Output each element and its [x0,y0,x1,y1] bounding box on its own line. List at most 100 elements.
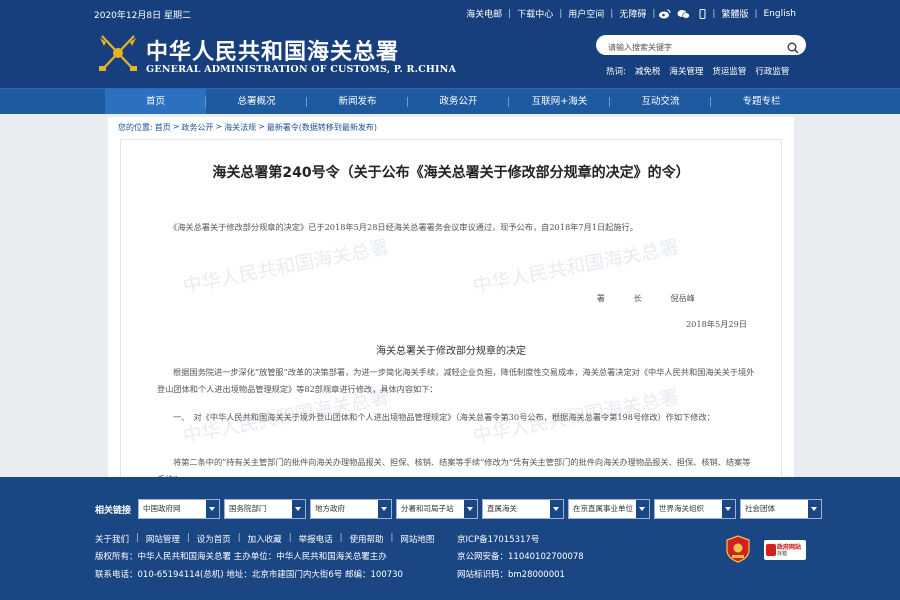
divider: | [136,533,139,543]
nav-item-internet-customs[interactable]: 互联网+海关 [509,89,610,114]
customs-emblem-icon[interactable] [96,32,140,74]
select-local-gov[interactable]: 地方政府 [310,499,393,519]
wechat-icon[interactable] [677,9,691,19]
breadcrumb-sep: > [215,122,223,131]
divider: | [339,533,343,543]
breadcrumb-sep: > [258,122,265,131]
related-links-label: 相关链接 [95,505,132,516]
signature: 署 长 倪岳峰 [571,292,695,304]
chevron-down-icon [206,500,220,518]
footer-link-admin[interactable]: 网站管理 [146,533,180,545]
divider: | [652,8,656,19]
chevron-down-icon [808,500,822,518]
related-links: 相关链接 中国政府网 国务院部门 地方政府 分署和司局子站 直属海关 在京直属事… [95,499,826,519]
divider: | [610,8,614,19]
breadcrumb-public-affairs[interactable]: 政务公开 [181,122,213,133]
copyright: 版权所有：中华人民共和国海关总署 主办单位：中华人民共和国海关总署主办 [95,552,387,562]
select-wco[interactable]: 世界海关组织 [654,499,737,519]
icp-number[interactable]: 京ICP备17015317号 [457,533,539,545]
breadcrumb-home[interactable]: 首页 [155,122,171,133]
chevron-down-icon [550,500,564,518]
article-subtitle: 海关总署关于修改部分规章的决定 [376,346,526,357]
hot-word[interactable]: 货运监管 [712,65,746,77]
top-links: 海关电邮 | 下载中心 | 用户空间 | 无障碍 | | 繁體版 | English [460,7,802,20]
party-gov-badge-icon[interactable] [726,535,750,563]
divider: | [559,8,563,19]
divider: | [186,533,190,543]
nav-item-home[interactable]: 首页 [105,89,206,114]
site-footer: 相关链接 中国政府网 国务院部门 地方政府 分署和司局子站 直属海关 在京直属事… [0,477,900,600]
nav-item-overview[interactable]: 总署概况 [206,89,307,114]
badge-subtitle: 找错 [777,551,788,557]
signature-title: 长 [633,293,642,303]
search-icon[interactable] [787,39,799,54]
divider: | [712,8,716,19]
link-english[interactable]: English [758,9,803,19]
chevron-down-icon [636,500,650,518]
select-institutions[interactable]: 在京直属事业单位 [568,499,651,519]
select-state-council[interactable]: 国务院部门 [224,499,307,519]
breadcrumb: 您的位置: 首页 > 政务公开 > 海关法规 > 最新署令(数据转移到最新发布) [118,122,379,133]
footer-link-favorite[interactable]: 加入收藏 [248,533,282,545]
contact-info: 联系电话：010-65194114(总机) 地址：北京市建国门内大街6号 邮编：… [95,570,403,580]
nav-item-special-topics[interactable]: 专题专栏 [711,89,812,114]
footer-link-sitemap[interactable]: 网站地图 [400,533,434,545]
hot-word[interactable]: 减免税 [635,65,661,77]
link-download[interactable]: 下载中心 [511,7,559,20]
select-direct-customs[interactable]: 直属海关 [482,499,565,519]
signature-title: 署 [596,293,605,303]
link-accessibility[interactable]: 无障碍 [613,7,652,20]
nav-item-news[interactable]: 新闻发布 [307,89,408,114]
divider: | [390,533,394,543]
divider: | [508,8,512,19]
watermark: 中华人民共和国海关总署 [181,236,391,298]
article-paragraph: 将第二条中的“持有关主管部门的批件向海关办理物品报关、担保、核销、结案等手续”修… [157,457,751,479]
article-paragraph: 根据国务院进一步深化“放管服”改革的决策部署，为进一步简化海关手续，减轻企业负担… [157,367,755,394]
link-user-space[interactable]: 用户空间 [562,7,610,20]
signature-name: 倪岳峰 [670,293,695,303]
breadcrumb-sep: > [172,122,180,131]
article-intro: 《海关总署关于修改部分规章的决定》已于2018年5月28日经海关总署署务会议审议… [169,222,638,232]
hot-word[interactable]: 海关管理 [669,65,703,77]
hot-words: 热词: 减免税 海关管理 货运监管 行政监管 [606,65,798,77]
footer-link-report[interactable]: 举报电话 [299,533,333,545]
site-title[interactable]: 中华人民共和国海关总署 [146,34,399,66]
select-gov-site[interactable]: 中国政府网 [138,499,221,519]
nav-item-interaction[interactable]: 互动交流 [610,89,711,114]
gov-site-error-badge[interactable]: 政府网站 找错 [764,540,806,560]
select-sub-offices[interactable]: 分署和司局子站 [396,499,479,519]
article-paragraph: 一、 对《中华人民共和国海关关于境外登山团体和个人进出境物品管理规定》（海关总署… [173,412,715,422]
search-box [596,35,806,58]
footer-link-about[interactable]: 关于我们 [95,533,129,545]
search-input[interactable] [596,37,776,58]
site-title-english: GENERAL ADMINISTRATION OF CUSTOMS, P. R.… [146,64,457,75]
chevron-down-icon [292,500,306,518]
footer-link-help[interactable]: 使用帮助 [349,533,383,545]
divider: | [288,533,292,543]
mobile-icon[interactable] [696,8,709,19]
link-email[interactable]: 海关电邮 [460,7,508,20]
current-date: 2020年12月8日 星期二 [94,11,191,21]
chevron-down-icon [378,500,392,518]
hot-word[interactable]: 行政监管 [755,65,789,77]
footer-link-homepage[interactable]: 设为首页 [197,533,231,545]
footer-links: 关于我们 | 网站管理 | 设为首页 | 加入收藏 | 举报电话 | 使用帮助 | 网站地图 [95,533,434,545]
breadcrumb-label: 您的位置: [118,123,153,132]
article: 中华人民共和国海关总署 中华人民共和国海关总署 中华人民共和国海关总署 中华人民… [120,139,782,479]
nav-item-public-affairs[interactable]: 政务公开 [408,89,509,114]
chevron-down-icon [464,500,478,518]
site-id: 网站标识码：bm28000001 [457,570,565,580]
watermark: 中华人民共和国海关总署 [471,236,681,298]
breadcrumb-latest-orders[interactable]: 最新署令(数据转移到最新发布) [267,122,377,133]
breadcrumb-regulations[interactable]: 海关法规 [224,122,256,133]
main-content: 您的位置: 首页 > 政务公开 > 海关法规 > 最新署令(数据转移到最新发布)… [108,117,794,479]
hot-words-label: 热词: [606,67,626,77]
weibo-icon[interactable] [658,9,671,19]
select-social-groups[interactable]: 社会团体 [740,499,823,519]
police-record[interactable]: 京公网安备：11040102700078 [457,550,584,562]
article-title: 海关总署第240号令（关于公布《海关总署关于修改部分规章的决定》的令） [212,165,690,181]
site-header: 2020年12月8日 星期二 海关电邮 | 下载中心 | 用户空间 | 无障碍 | | … [0,0,900,88]
divider: | [754,8,758,19]
signature-date: 2018年5月29日 [685,319,747,329]
link-traditional[interactable]: 繁體版 [715,7,754,20]
